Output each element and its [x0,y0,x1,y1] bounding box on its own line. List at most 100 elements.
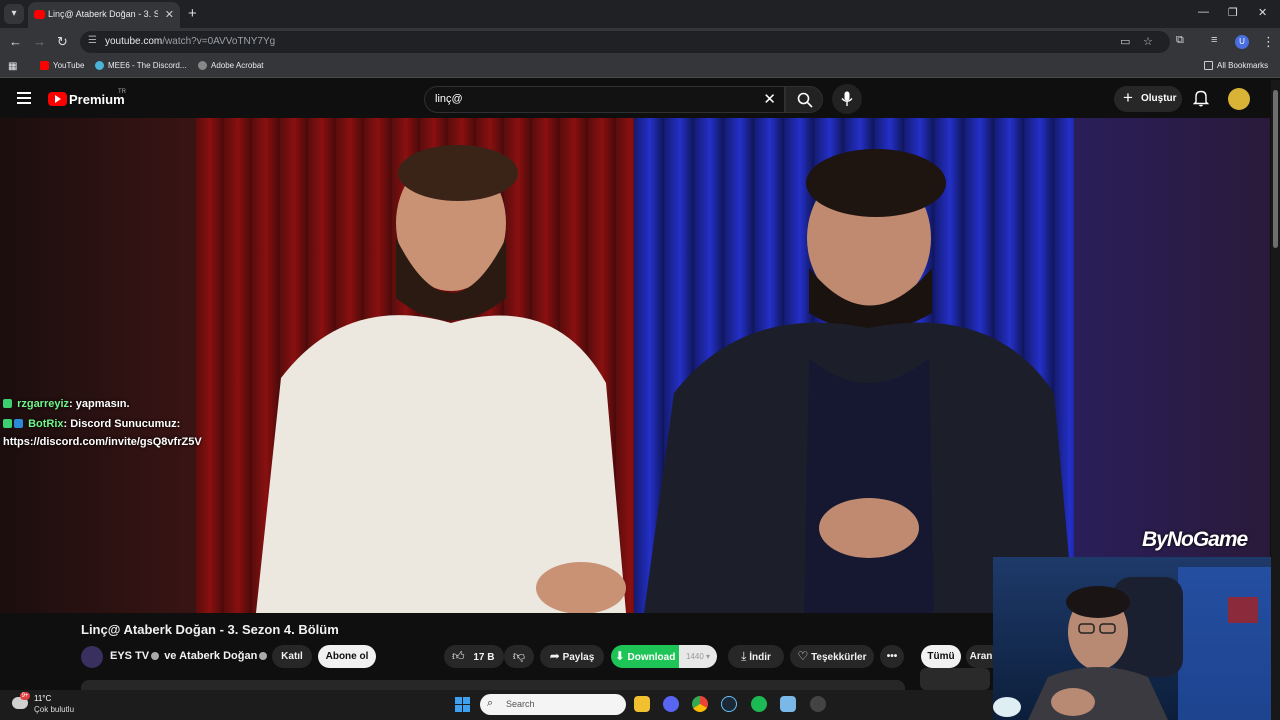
plus-icon: + [1123,88,1133,107]
description-box[interactable] [81,680,905,690]
dislike-button[interactable]: 👎︎ [504,645,534,668]
collab-name[interactable]: Ataberk Doğan [179,650,257,662]
collab-prefix: ve [164,650,177,662]
url-host: youtube.com [105,36,163,47]
steam-icon[interactable] [721,696,737,712]
share-icon: ➦ [549,649,560,663]
youtube-brand[interactable]: Premium [69,92,125,107]
thanks-button[interactable]: ♡ Teşekkürler [790,645,874,668]
indir-button[interactable]: ⤓ İndir [728,645,784,668]
kick-badge-icon [3,419,12,428]
video-left-backdrop [0,118,196,613]
chrome-icon[interactable] [692,696,708,712]
search-input[interactable]: linç@ ✕ [424,86,785,113]
weather-condition[interactable]: Çok bulutlu [34,705,74,714]
windows-start-icon[interactable] [455,697,470,712]
site-info-icon[interactable]: ☰ [88,35,97,46]
guest-silhouette [256,145,626,613]
minimize-button[interactable]: — [1198,6,1209,18]
channel-names[interactable]: EYS TV ve Ataberk Doğan [110,650,269,662]
menu-icon[interactable] [17,92,31,107]
windows-taskbar: 9+ 11°C Çok bulutlu ⌕ Search [0,690,993,720]
download-extension-button[interactable]: ⬇ Download [611,645,679,668]
bookmark-adobe-acrobat[interactable]: Adobe Acrobat [198,61,263,70]
download-arrow-icon: ⬇ [614,649,625,663]
join-button[interactable]: Katıl [272,645,312,668]
verified-icon [151,652,160,660]
channel-avatar[interactable] [81,646,103,668]
apps-grid-icon[interactable]: ▦ [8,61,17,72]
tab-title: Linç@ Ataberk Doğan - 3. Sezon [48,9,158,19]
verified-icon [259,652,268,660]
tab-search-button[interactable]: ▾ [4,4,24,24]
download-icon: ⤓ [741,649,747,663]
tab-close-icon[interactable]: ✕ [165,8,174,21]
video-title: Linç@ Ataberk Doğan - 3. Sezon 4. Bölüm [81,622,339,637]
discord-icon[interactable] [663,696,679,712]
chat-user-2: BotRix [28,418,64,430]
spotify-icon[interactable] [751,696,767,712]
chip-all[interactable]: Tümü [921,645,961,668]
reload-button[interactable]: ↻ [57,34,68,50]
like-button[interactable]: 👍︎ 17 B [444,645,504,668]
account-avatar[interactable] [1228,88,1250,110]
browser-tabstrip: ▾ Linç@ Ataberk Doğan - 3. Sezon ✕ + — ❐… [0,0,1280,28]
chip-search[interactable]: Aran [966,645,996,668]
streamer-webcam-overlay [993,557,1280,720]
back-button[interactable]: ← [9,34,22,49]
weather-temperature[interactable]: 11°C [34,694,51,703]
search-icon [797,92,813,108]
url-path: /watch?v=0AVVoTNY7Yg [162,36,276,47]
more-actions-button[interactable]: ••• [880,645,904,668]
app-icon[interactable] [780,696,796,712]
webcam-scene [993,567,1280,720]
like-count: 17 B [473,652,495,663]
share-button[interactable]: ➦ Paylaş [540,645,604,668]
taskbar-search-input[interactable]: ⌕ Search [480,694,626,715]
channel-name[interactable]: EYS TV [110,650,149,662]
folder-icon [1204,61,1213,70]
clear-search-icon[interactable]: ✕ [763,90,776,108]
chat-message-1: : yapmasın. [69,398,130,410]
extensions-icon[interactable]: ⧉ [1176,34,1184,47]
chat-line-2: BotRix: Discord Sunucumuz: [3,418,180,430]
video-player[interactable]: rzgarreyiz: yapmasın. BotRix: Discord Su… [0,118,1270,613]
search-icon: ⌕ [487,697,494,709]
new-tab-button[interactable]: + [188,5,197,22]
close-window-button[interactable]: ✕ [1258,6,1267,19]
bookmark-mee6[interactable]: MEE6 - The Discord... [95,61,187,70]
taskbar-search-placeholder: Search [506,699,535,709]
forward-button[interactable]: → [33,34,46,49]
maximize-button[interactable]: ❐ [1228,6,1238,19]
globe-icon [198,61,207,70]
profile-avatar[interactable]: U [1235,35,1249,49]
scrollbar-thumb[interactable] [1273,90,1278,248]
bookmark-star-icon[interactable]: ☆ [1143,35,1153,48]
bot-badge-icon [14,419,23,428]
recommended-thumbnail[interactable] [920,668,990,690]
chevron-down-icon: ▾ [706,652,711,661]
voice-search-button[interactable] [832,84,862,114]
search-button[interactable] [785,86,823,113]
cast-icon[interactable]: ▭ [1120,35,1130,48]
page-scrollbar[interactable] [1271,80,1280,720]
bookmark-youtube[interactable]: YouTube [40,61,84,70]
download-quality-select[interactable]: 1440 ▾ [679,645,717,668]
youtube-header: Premium TR linç@ ✕ + Oluştur [0,80,1280,118]
youtube-logo-icon[interactable] [48,92,67,106]
chat-line-1: rzgarreyiz: yapmasın. [3,398,130,410]
thumbs-up-icon: 👍︎ [452,649,465,663]
all-bookmarks-button[interactable]: All Bookmarks [1204,61,1268,70]
create-button[interactable]: + Oluştur [1114,86,1182,112]
address-bar[interactable]: ☰ youtube.com/watch?v=0AVVoTNY7Yg ▭ ☆ [80,31,1170,53]
file-explorer-icon[interactable] [634,696,650,712]
video-frame-right-host [634,118,1074,613]
browser-tab-active[interactable]: Linç@ Ataberk Doğan - 3. Sezon ✕ [28,2,180,28]
subscribe-button[interactable]: Abone ol [318,645,376,668]
notifications-bell-icon[interactable] [1193,89,1209,107]
browser-menu-icon[interactable]: ⋮ [1262,34,1275,50]
thumbs-down-icon: 👎︎ [512,649,526,663]
app-icon-2[interactable] [810,696,826,712]
reading-list-icon[interactable]: ≡ [1211,34,1217,46]
microphone-icon [841,91,853,106]
